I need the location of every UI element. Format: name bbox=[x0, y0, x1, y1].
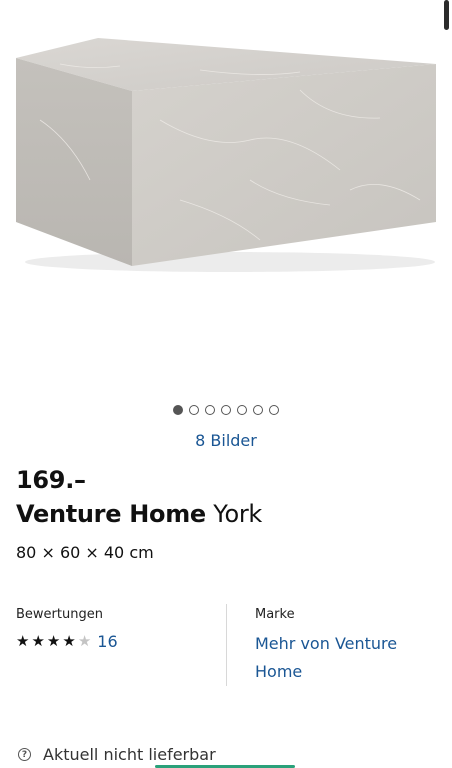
product-image[interactable] bbox=[0, 0, 452, 395]
image-count-link[interactable]: 8 Bilder bbox=[0, 431, 452, 450]
review-count-link[interactable]: 16 bbox=[97, 632, 117, 651]
star-filled-icon: ★ bbox=[46, 632, 61, 650]
product-title: Venture Home York bbox=[16, 500, 262, 528]
star-filled-icon: ★ bbox=[31, 632, 45, 650]
pagination-dot[interactable] bbox=[173, 405, 183, 415]
product-dimensions: 80 × 60 × 40 cm bbox=[16, 543, 154, 562]
pagination-dot[interactable] bbox=[221, 405, 231, 415]
pagination-dot[interactable] bbox=[237, 405, 247, 415]
availability-text: Aktuell nicht lieferbar bbox=[43, 745, 216, 764]
pagination-dot[interactable] bbox=[205, 405, 215, 415]
pagination-dot[interactable] bbox=[253, 405, 263, 415]
product-price: 169.– bbox=[16, 466, 86, 494]
pagination-dot[interactable] bbox=[189, 405, 199, 415]
brand-label: Marke bbox=[255, 607, 295, 622]
concrete-table-image bbox=[16, 38, 436, 272]
pagination-dot[interactable] bbox=[269, 405, 279, 415]
product-model: York bbox=[213, 500, 262, 528]
star-filled-icon: ★ bbox=[62, 632, 76, 650]
image-pagination-dots bbox=[0, 405, 452, 415]
section-divider bbox=[226, 604, 227, 686]
rating-stars[interactable]: ★ ★ ★ ★ ★ 16 bbox=[16, 632, 118, 651]
more-from-brand-link[interactable]: Mehr von Venture Home bbox=[255, 630, 435, 686]
availability-status: ? Aktuell nicht lieferbar bbox=[18, 745, 216, 764]
product-brand: Venture Home bbox=[16, 500, 206, 528]
help-icon[interactable]: ? bbox=[18, 748, 31, 761]
reviews-section: Bewertungen ★ ★ ★ ★ ★ 16 bbox=[16, 607, 118, 651]
reviews-label: Bewertungen bbox=[16, 607, 103, 622]
star-empty-icon: ★ bbox=[77, 632, 92, 650]
brand-section: Marke Mehr von Venture Home bbox=[255, 607, 435, 686]
star-filled-icon: ★ bbox=[16, 632, 30, 650]
